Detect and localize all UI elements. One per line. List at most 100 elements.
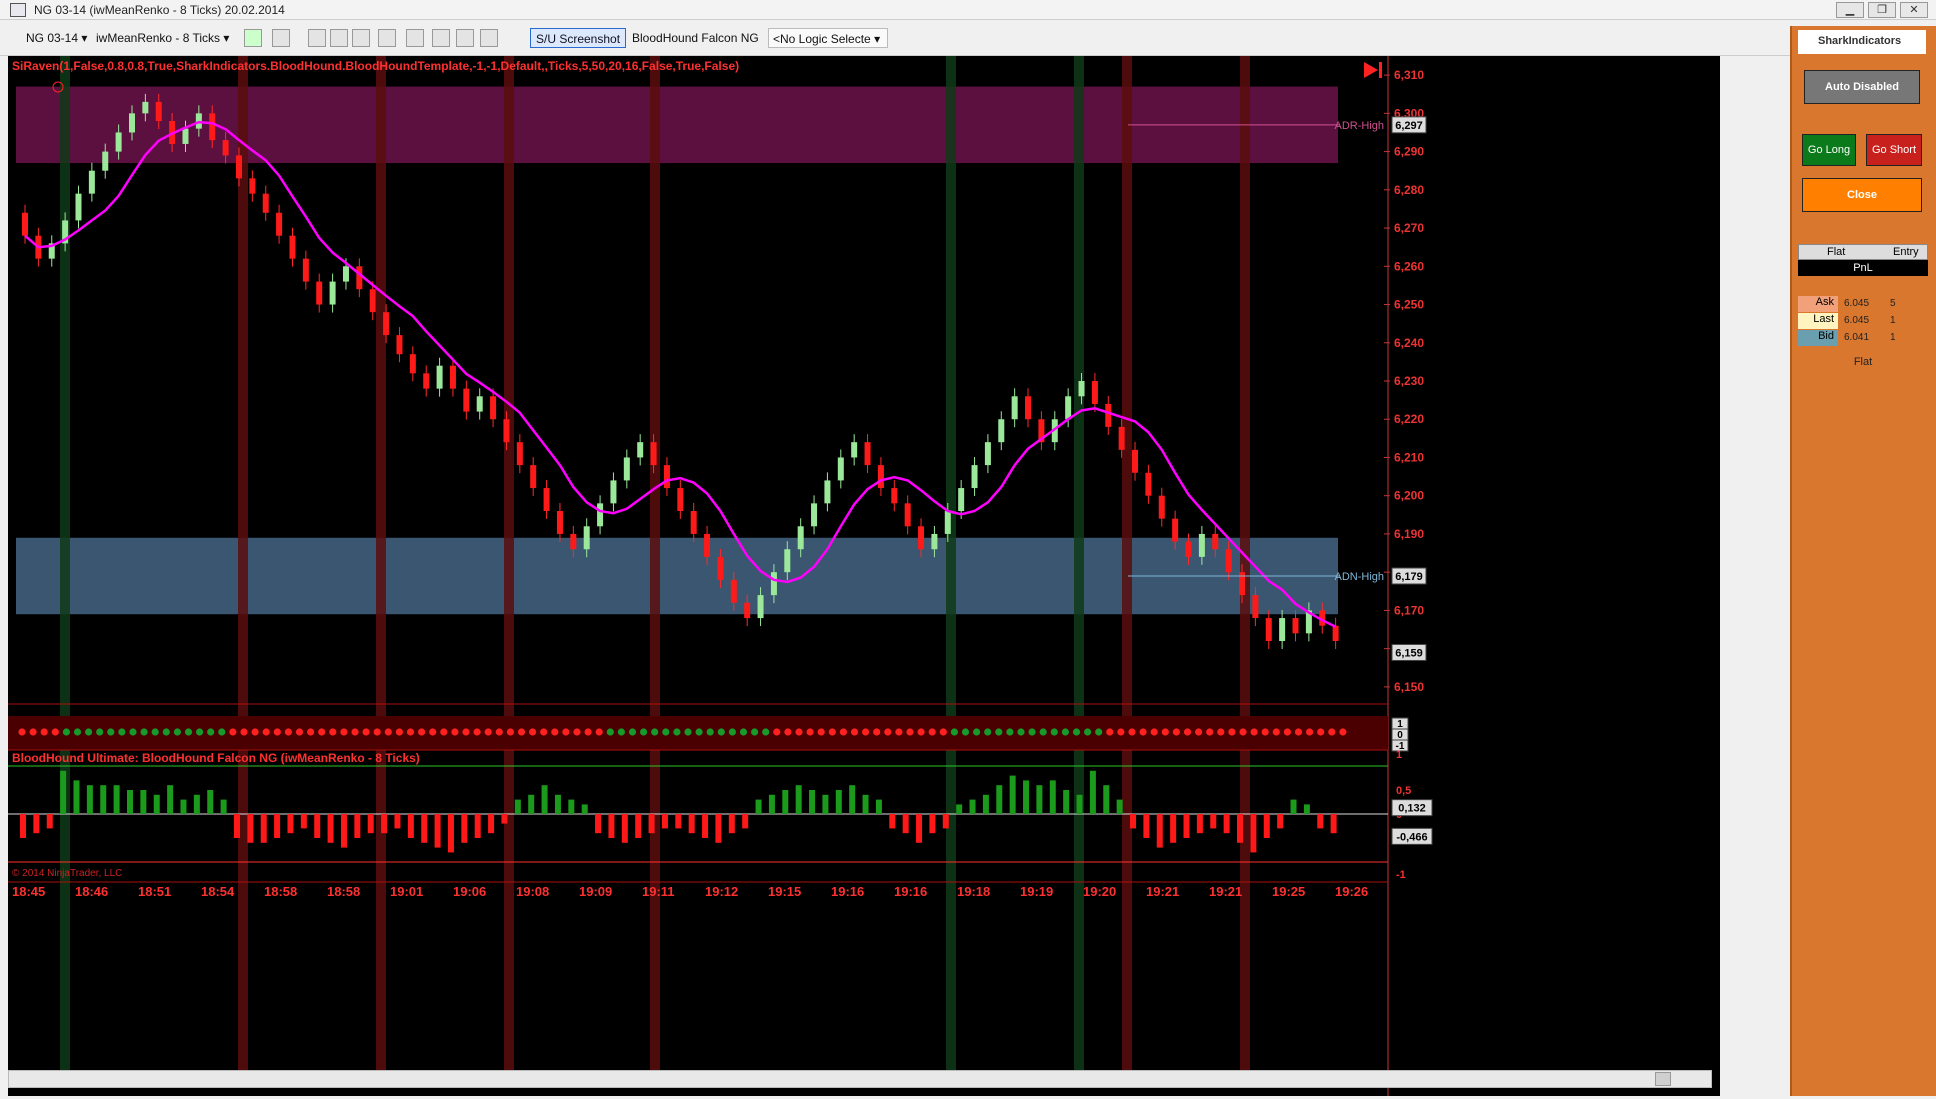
- x-tick-label: 19:08: [516, 884, 549, 899]
- flat-header: Flat: [1827, 246, 1846, 258]
- adr-high-label: ADR-High: [1334, 120, 1384, 132]
- x-tick-label: 19:16: [894, 884, 927, 899]
- osc-bar: [702, 814, 709, 838]
- signal-dot: [662, 728, 670, 736]
- osc-bar: [608, 814, 615, 838]
- osc-bar: [1196, 814, 1203, 834]
- candle: [88, 170, 95, 194]
- osc-bar: [1170, 814, 1177, 843]
- bar-type-icon[interactable]: [244, 29, 262, 47]
- candle: [971, 465, 978, 489]
- x-tick-label: 19:25: [1272, 884, 1305, 899]
- osc-bar: [688, 814, 695, 834]
- signal-dot: [273, 728, 281, 736]
- signal-dot: [1028, 728, 1036, 736]
- osc-bar: [715, 814, 722, 843]
- osc-bar: [354, 814, 361, 838]
- logic-dropdown[interactable]: <No Logic Selecte ▾: [768, 28, 888, 48]
- signal-dot: [562, 728, 570, 736]
- draw-pen-icon[interactable]: [272, 29, 290, 47]
- toolbar: NG 03-14 ▾ iwMeanRenko - 8 Ticks ▾ S/U S…: [0, 20, 1936, 56]
- last-label: Last: [1798, 313, 1838, 329]
- chart-trader-icon[interactable]: [480, 29, 498, 47]
- ask-price: 6.045: [1844, 298, 1870, 309]
- y-tick-label: 6,260: [1394, 259, 1424, 273]
- signal-dot: [329, 728, 337, 736]
- candle: [931, 533, 938, 550]
- go-short-button[interactable]: Go Short: [1866, 134, 1922, 166]
- auto-disabled-button[interactable]: Auto Disabled: [1804, 70, 1920, 104]
- candle: [998, 419, 1005, 443]
- strategy-label: BloodHound Falcon NG: [632, 31, 759, 45]
- signal-dot: [806, 728, 814, 736]
- signal-dot: [18, 728, 26, 736]
- osc-bar: [1263, 814, 1270, 838]
- price-box-label: 6,297: [1395, 120, 1423, 132]
- osc-bar: [728, 814, 735, 834]
- osc-bar: [180, 799, 187, 814]
- signal-dot: [395, 728, 403, 736]
- signal-dot: [1061, 728, 1069, 736]
- signal-dot: [1261, 728, 1269, 736]
- template-icon[interactable]: [432, 29, 450, 47]
- signal-dot: [906, 728, 914, 736]
- osc-bar: [461, 814, 468, 843]
- osc-bar: [675, 814, 682, 829]
- instrument-selector[interactable]: NG 03-14 ▾: [26, 28, 87, 48]
- horizontal-scrollbar[interactable]: [8, 1070, 1712, 1088]
- cursor-icon[interactable]: [330, 29, 348, 47]
- candle: [1158, 495, 1165, 519]
- osc-bar: [447, 814, 454, 853]
- close-position-button[interactable]: Close: [1802, 178, 1922, 212]
- x-tick-label: 18:58: [327, 884, 360, 899]
- signal-dot: [262, 728, 270, 736]
- signal-dot: [406, 728, 415, 736]
- signal-dot: [1006, 728, 1014, 736]
- period-selector[interactable]: iwMeanRenko - 8 Ticks ▾: [96, 28, 229, 48]
- restore-button[interactable]: ❐: [1868, 2, 1896, 18]
- candle: [316, 281, 323, 305]
- minimize-button[interactable]: ▁: [1836, 2, 1864, 18]
- candle: [1132, 449, 1139, 473]
- osc-bar: [528, 794, 535, 814]
- strip-tick-label: 0: [1397, 730, 1403, 741]
- go-long-button[interactable]: Go Long: [1802, 134, 1856, 166]
- osc-bar: [1290, 799, 1297, 814]
- osc-bar: [421, 814, 428, 843]
- osc-bar: [20, 814, 26, 838]
- pencil-icon[interactable]: [308, 29, 326, 47]
- osc-bar: [113, 785, 120, 814]
- candle: [329, 281, 336, 305]
- chart-area[interactable]: 6,310 6,300 6,290 6,280 6,270 6,260 6,250 6,240…: [8, 56, 1720, 1096]
- candle: [891, 488, 898, 504]
- signal-dot: [1084, 728, 1092, 736]
- y-tick-label: 6,210: [1394, 450, 1424, 464]
- y-tick-label: 6,270: [1394, 221, 1424, 235]
- close-window-button[interactable]: ✕: [1900, 2, 1928, 18]
- candle: [543, 488, 550, 511]
- osc-bar: [849, 785, 856, 814]
- signal-dot: [1217, 728, 1225, 736]
- ask-label: Ask: [1798, 296, 1838, 312]
- position-status: Flat: [1853, 356, 1873, 368]
- candle: [677, 488, 684, 511]
- layout-icon[interactable]: [456, 29, 474, 47]
- magnifier-icon[interactable]: [352, 29, 370, 47]
- data-box-icon[interactable]: [406, 29, 424, 47]
- osc-bar: [541, 785, 548, 814]
- osc-bar: [33, 814, 40, 834]
- osc-bar: [1009, 775, 1016, 814]
- signal-dot: [973, 728, 981, 736]
- screenshot-button[interactable]: S/U Screenshot: [530, 28, 627, 48]
- scrollbar-thumb[interactable]: [1655, 1072, 1671, 1086]
- osc-bar: [595, 814, 602, 834]
- osc-bar: [340, 814, 347, 848]
- signal-dot: [939, 728, 947, 736]
- signal-dot: [162, 728, 170, 736]
- signal-dot: [207, 728, 215, 736]
- properties-icon[interactable]: [378, 29, 396, 47]
- osc-bar: [661, 814, 668, 829]
- candle: [262, 193, 269, 213]
- signal-dot: [606, 728, 614, 736]
- candle: [984, 442, 991, 466]
